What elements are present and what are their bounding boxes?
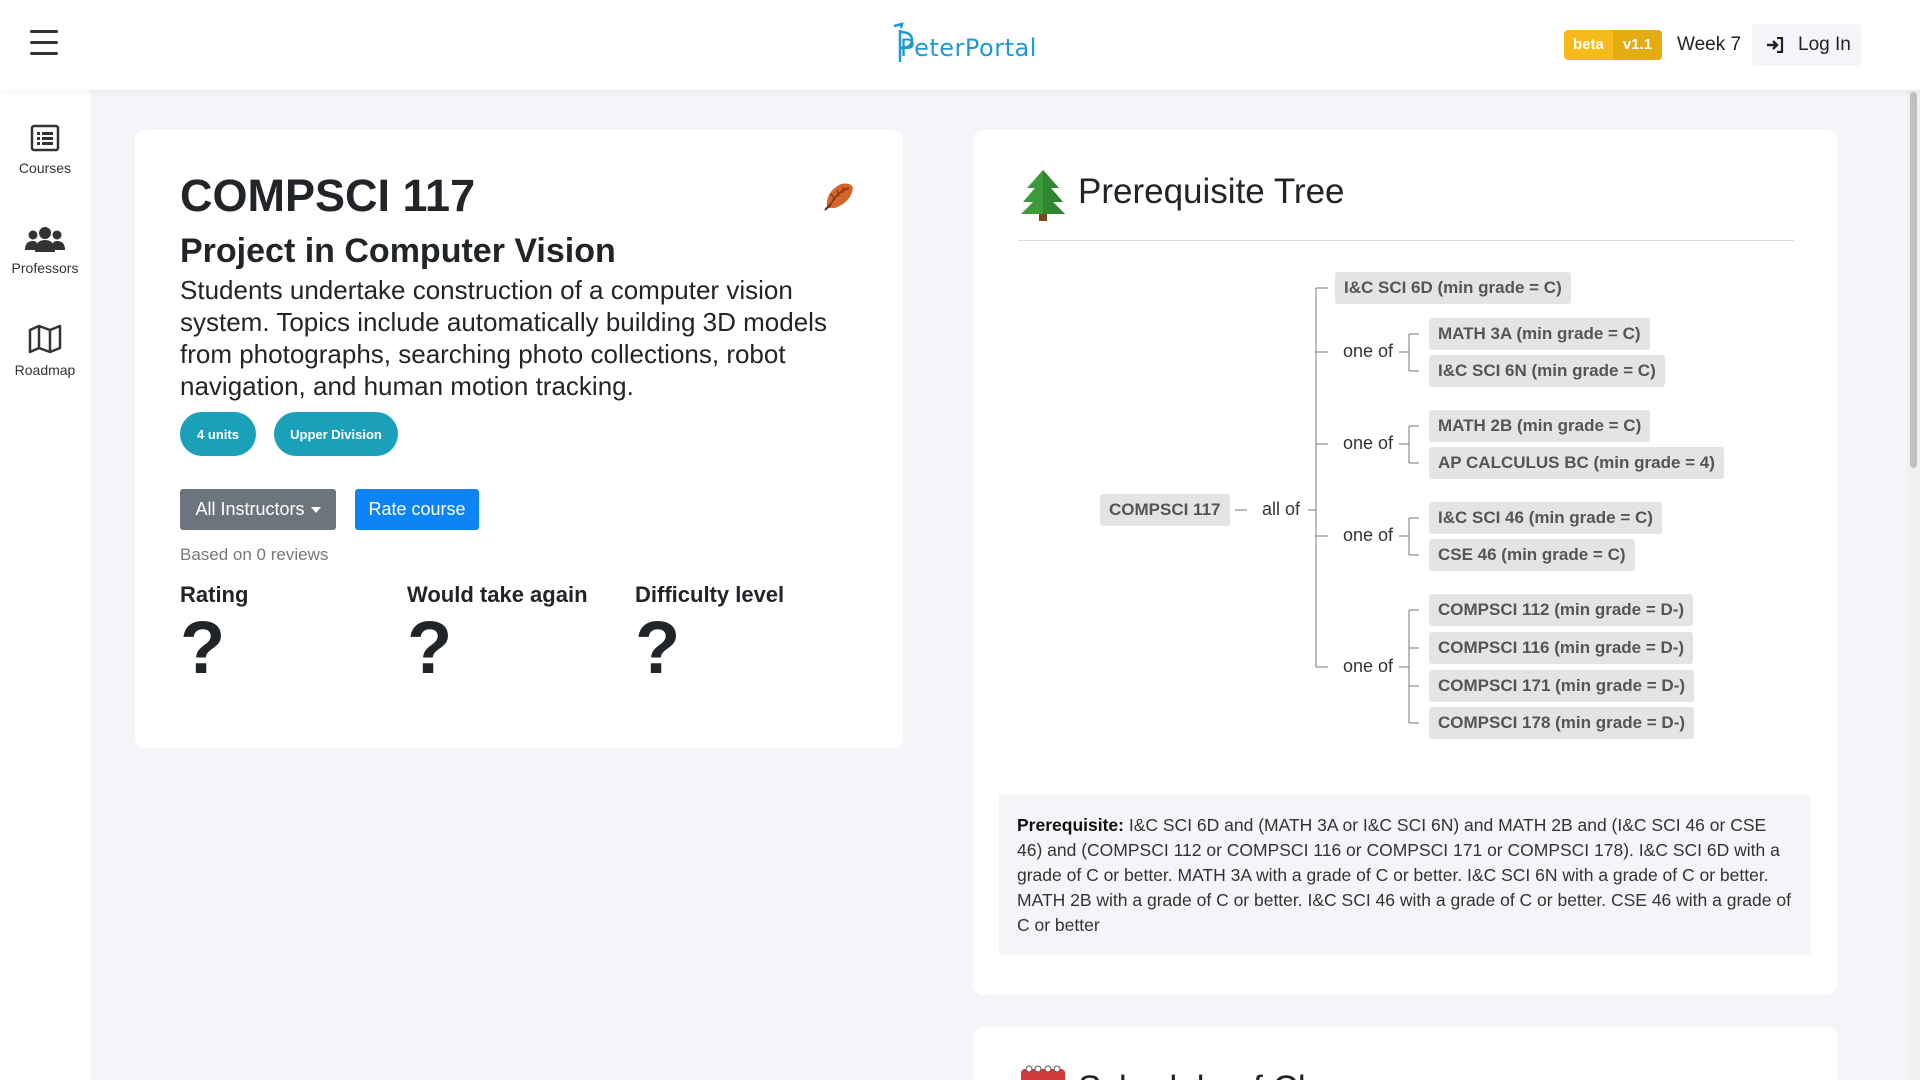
- difficulty-value: ?: [635, 606, 681, 689]
- all-of-connector: all of: [1262, 499, 1301, 519]
- sidebar-label-professors: Professors: [11, 260, 79, 276]
- sidebar-item-professors[interactable]: Professors: [0, 226, 90, 276]
- sidebar: Courses Professors Roadmap: [0, 90, 90, 1080]
- course-info-card: COMPSCI 117 Project in Computer Vision S…: [135, 130, 903, 748]
- sign-in-icon: [1767, 37, 1784, 53]
- rating-stat: Rating ?: [180, 582, 248, 688]
- prereq-node-ics46[interactable]: I&C SCI 46 (min grade = C): [1429, 502, 1662, 534]
- sidebar-item-roadmap[interactable]: Roadmap: [0, 324, 90, 378]
- prerequisite-text: I&C SCI 6D and (MATH 3A or I&C SCI 6N) a…: [1017, 815, 1791, 935]
- prerequisite-tree-card: Prerequisite Tree COMPSCI 117 all of I&C…: [973, 130, 1837, 995]
- login-label: Log In: [1798, 34, 1851, 55]
- scrollbar-thumb[interactable]: [1910, 92, 1917, 468]
- caret-down-icon: [310, 506, 321, 513]
- login-button[interactable]: Log In: [1752, 24, 1861, 66]
- prereq-node-apcalc[interactable]: AP CALCULUS BC (min grade = 4): [1429, 447, 1724, 479]
- difficulty-label: Difficulty level: [635, 582, 785, 607]
- rating-label: Rating: [180, 582, 249, 607]
- reviews-count: Based on 0 reviews: [180, 545, 329, 564]
- instructor-dropdown[interactable]: All Instructors: [180, 489, 336, 530]
- calendar-icon: [1019, 1065, 1067, 1080]
- map-icon: [28, 324, 62, 354]
- prerequisite-label: Prerequisite:: [1017, 815, 1124, 835]
- take-again-stat: Would take again ?: [407, 582, 588, 688]
- prereq-node-cs112[interactable]: COMPSCI 112 (min grade = D-): [1429, 594, 1694, 626]
- prereq-node-ics6d[interactable]: I&C SCI 6D (min grade = C): [1335, 272, 1571, 304]
- top-navbar: PeterPortal beta v1.1 Week 7 Log In: [0, 0, 1920, 90]
- rating-value: ?: [180, 606, 226, 689]
- peterportal-logo[interactable]: PeterPortal: [888, 22, 1036, 68]
- one-of-connector: one of: [1343, 656, 1394, 676]
- one-of-connector: one of: [1343, 341, 1394, 361]
- prereq-node-math2b[interactable]: MATH 2B (min grade = C): [1429, 410, 1651, 442]
- prereq-node-cs171[interactable]: COMPSCI 171 (min grade = D-): [1429, 670, 1695, 702]
- sidebar-label-courses: Courses: [18, 160, 72, 176]
- course-code: COMPSCI 117: [180, 170, 476, 221]
- prereq-node-cse46[interactable]: CSE 46 (min grade = C): [1429, 539, 1635, 571]
- logo-text: PeterPortal: [900, 34, 1037, 62]
- prereq-node-ics6n[interactable]: I&C SCI 6N (min grade = C): [1429, 355, 1665, 387]
- prereq-node-cs178[interactable]: COMPSCI 178 (min grade = D-): [1429, 707, 1695, 739]
- menu-hamburger-icon[interactable]: [30, 30, 58, 56]
- sidebar-label-roadmap: Roadmap: [14, 362, 76, 378]
- schedule-title: Schedule of Classes: [1078, 1069, 1397, 1080]
- users-icon: [25, 227, 65, 252]
- schedule-card: Schedule of Classes: [973, 1027, 1837, 1080]
- list-icon: [30, 124, 60, 152]
- prereq-node-cs116[interactable]: COMPSCI 116 (min grade = D-): [1429, 632, 1694, 664]
- beta-label: beta: [1564, 30, 1613, 60]
- fall-leaf-icon: [821, 178, 857, 222]
- level-badge: Upper Division: [274, 412, 398, 456]
- week-indicator: Week 7: [1677, 34, 1742, 55]
- take-again-label: Would take again: [407, 582, 588, 607]
- prerequisite-text-box: Prerequisite: I&C SCI 6D and (MATH 3A or…: [999, 795, 1811, 955]
- version-label: v1.1: [1612, 30, 1663, 60]
- rate-course-button[interactable]: Rate course: [355, 489, 479, 530]
- units-badge: 4 units: [180, 412, 256, 456]
- one-of-connector: one of: [1343, 433, 1394, 453]
- one-of-connector: one of: [1343, 525, 1394, 545]
- course-description: Students undertake construction of a com…: [180, 275, 827, 401]
- difficulty-stat: Difficulty level ?: [635, 582, 784, 688]
- instructor-dropdown-label: All Instructors: [195, 499, 305, 519]
- tree-root-node[interactable]: COMPSCI 117: [1100, 494, 1230, 526]
- sidebar-item-courses[interactable]: Courses: [0, 124, 90, 176]
- prereq-node-math3a[interactable]: MATH 3A (min grade = C): [1429, 318, 1650, 350]
- version-badge: beta v1.1: [1564, 30, 1663, 60]
- take-again-value: ?: [407, 606, 453, 689]
- page-scrollbar[interactable]: [1907, 90, 1920, 1080]
- course-name: Project in Computer Vision: [180, 232, 616, 270]
